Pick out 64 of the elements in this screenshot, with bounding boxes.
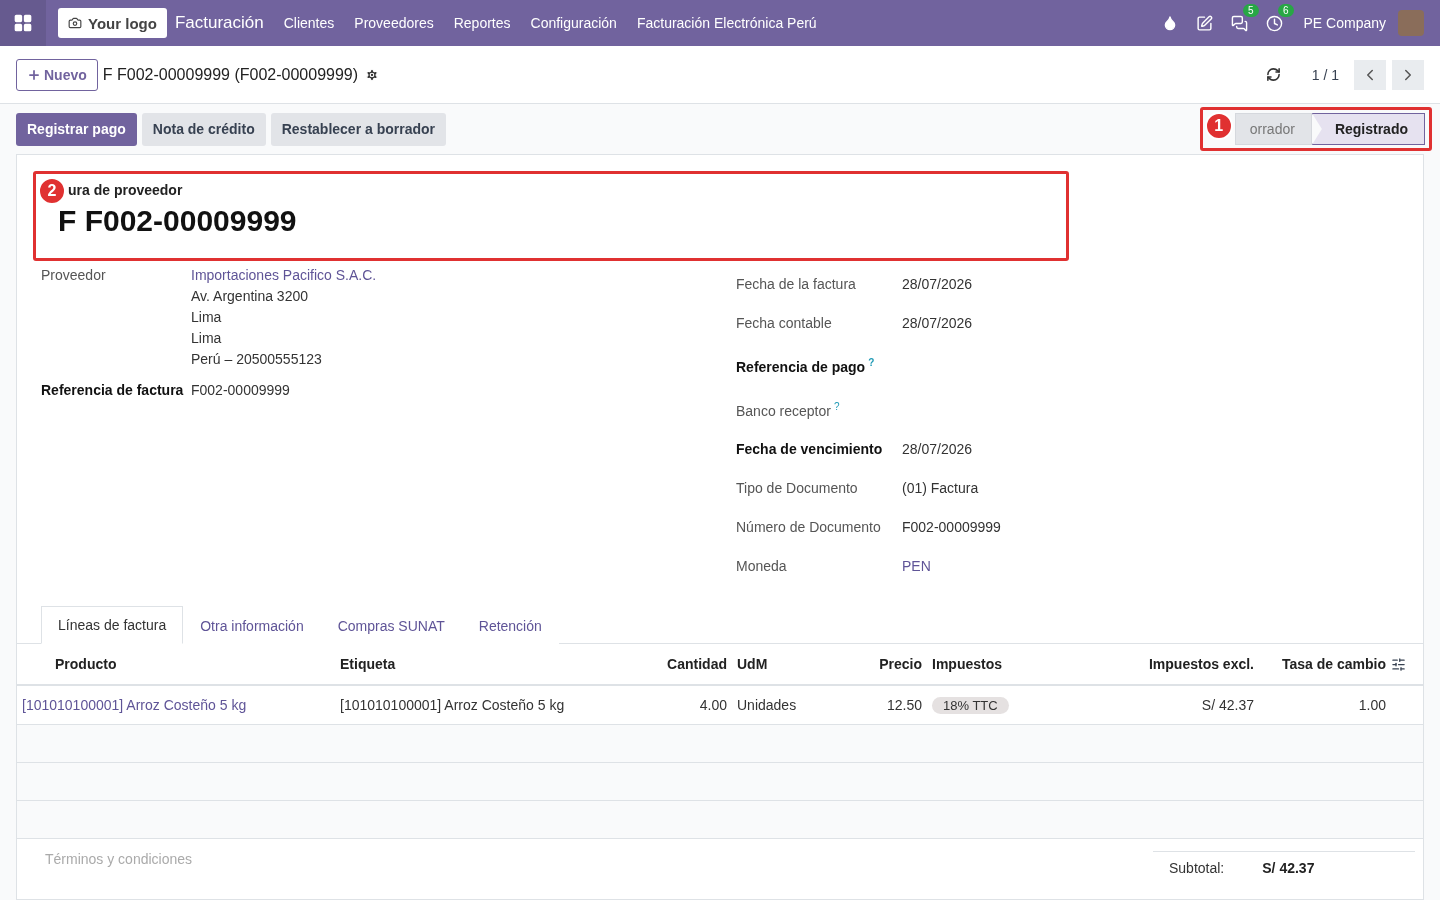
field-value: Av. Argentina 3200: [191, 287, 310, 306]
status-stage[interactable]: orrador: [1234, 113, 1312, 145]
action-button[interactable]: Nota de crédito: [141, 112, 266, 146]
invoice-title: F F002-00009999: [58, 204, 298, 238]
company-name[interactable]: PE Company: [1303, 15, 1386, 31]
subtotal-value: S/ 42.37: [1262, 860, 1315, 877]
field-value: Lima: [191, 329, 223, 348]
field-value: 28/07/2026: [902, 275, 974, 294]
menu-item[interactable]: Facturación Electrónica Perú: [626, 15, 827, 31]
app-name[interactable]: Facturación: [174, 13, 264, 33]
field-value: (01) Factura: [902, 479, 980, 499]
column-settings-icon[interactable]: [1391, 656, 1406, 672]
status-stage[interactable]: Registrado: [1311, 113, 1425, 145]
field-label: Banco receptor $^{?}$: [736, 399, 841, 421]
field-value[interactable]: PEN: [902, 556, 1399, 578]
form-subtitle: ura de proveedor: [67, 182, 184, 198]
logo[interactable]: Your logo: [58, 8, 167, 38]
action-button[interactable]: Registrar pago: [16, 112, 137, 146]
column-header[interactable]: UdM: [732, 644, 840, 687]
notification-count: 6: [1277, 3, 1294, 17]
column-header[interactable]: Impuestos excl.: [1100, 644, 1259, 687]
menu-item[interactable]: Reportes: [443, 15, 521, 31]
column-header[interactable]: Etiqueta: [335, 644, 640, 687]
column-header[interactable]: Producto: [17, 644, 335, 687]
field-label: Referencia de pago $^{?}$: [736, 356, 876, 377]
breadcrumb: F F002-00009999 (F002-00009999): [102, 65, 359, 84]
menu-item[interactable]: Proveedores: [344, 15, 444, 31]
action-button[interactable]: Restablecer a borrador: [270, 112, 446, 146]
annotation-number: 2: [38, 177, 66, 205]
field-label: Fecha de la factura: [736, 275, 857, 294]
tax-tag: 18% TTC: [932, 697, 1009, 715]
field-value: Perú – 20500555123: [191, 350, 323, 369]
field-label: Moneda: [736, 557, 788, 577]
apps-menu-button[interactable]: [0, 0, 46, 46]
field-label: Referencia de factura: [41, 381, 185, 400]
grid-icon: [13, 13, 33, 33]
field-value: 28/07/2026: [902, 440, 974, 460]
pager: 1 / 1: [1311, 66, 1339, 83]
plus-icon: [27, 67, 41, 82]
column-header[interactable]: Tasa de cambio: [1259, 644, 1391, 687]
menu-item[interactable]: Clientes: [273, 15, 345, 31]
chat-icon: [1230, 14, 1248, 32]
field-value: F002-00009999: [191, 381, 291, 400]
notification-count: 5: [1242, 3, 1259, 17]
field-label: Fecha contable: [736, 314, 833, 333]
edit-icon: [1195, 14, 1213, 32]
annotation-number: 1: [1204, 112, 1233, 140]
tab[interactable]: Líneas de factura: [41, 606, 184, 645]
camera-icon: [68, 16, 82, 30]
field-value: 28/07/2026: [902, 314, 974, 333]
field-value: F002-00009999: [902, 518, 1002, 538]
column-header[interactable]: Precio: [840, 644, 927, 687]
field-value: Lima: [191, 308, 223, 327]
field-label: Proveedor: [41, 266, 107, 285]
field-label: Número de Documento: [736, 518, 882, 538]
field-label: Fecha de vencimiento: [736, 440, 884, 460]
column-header[interactable]: Cantidad: [640, 644, 732, 687]
menu-item[interactable]: Configuración: [520, 15, 627, 31]
field-value[interactable]: Importaciones Pacifico S.A.C.: [191, 265, 736, 286]
clock-icon: [1265, 14, 1283, 32]
field-label: Tipo de Documento: [736, 479, 859, 499]
column-header[interactable]: Impuestos: [927, 644, 1100, 687]
new-button[interactable]: Nuevo: [16, 58, 98, 91]
subtotal-label: Subtotal:: [1169, 860, 1225, 877]
